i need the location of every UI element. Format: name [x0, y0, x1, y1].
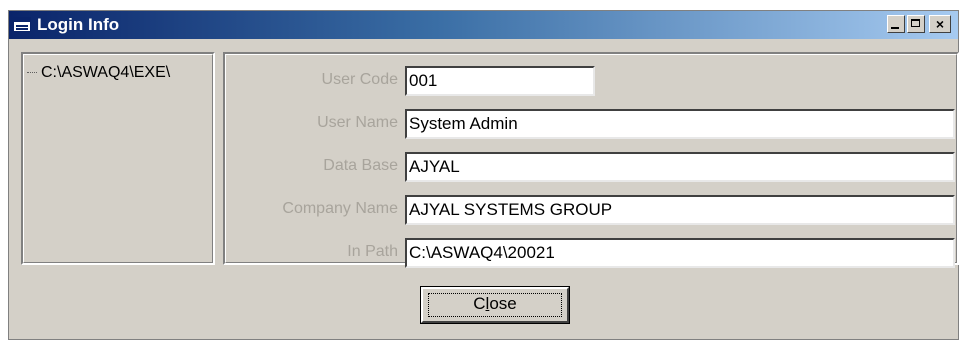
close-label-prefix: C [473, 294, 486, 313]
data-base-field[interactable]: AJYAL [405, 152, 955, 182]
title-bar[interactable]: Login Info × [9, 11, 958, 39]
company-name-field[interactable]: AJYAL SYSTEMS GROUP [405, 195, 955, 225]
in-path-label: In Path [347, 243, 398, 260]
maximize-button[interactable] [907, 15, 925, 33]
in-path-field[interactable]: C:\ASWAQ4\20021 [405, 238, 955, 268]
tree-connector [27, 72, 37, 74]
path-tree-panel: C:\ASWAQ4\EXE\ [21, 52, 215, 265]
close-label-accelerator: l [485, 294, 490, 313]
user-name-field[interactable]: System Admin [405, 109, 955, 139]
user-code-label: User Code [321, 71, 398, 88]
data-base-label: Data Base [323, 157, 398, 174]
minimize-button[interactable] [887, 15, 905, 33]
login-info-window: Login Info × C:\ASWAQ4\EXE\ User Code 00… [8, 10, 959, 340]
user-name-label: User Name [317, 114, 398, 131]
tree-item-exe-path[interactable]: C:\ASWAQ4\EXE\ [41, 64, 170, 82]
close-button[interactable]: Close [420, 286, 570, 324]
company-name-label: Company Name [282, 200, 398, 217]
close-window-button[interactable]: × [929, 15, 951, 33]
window-icon [13, 17, 31, 32]
window-title: Login Info [37, 15, 120, 34]
user-code-field[interactable]: 001 [405, 66, 595, 96]
close-label-suffix: ose [489, 294, 517, 313]
